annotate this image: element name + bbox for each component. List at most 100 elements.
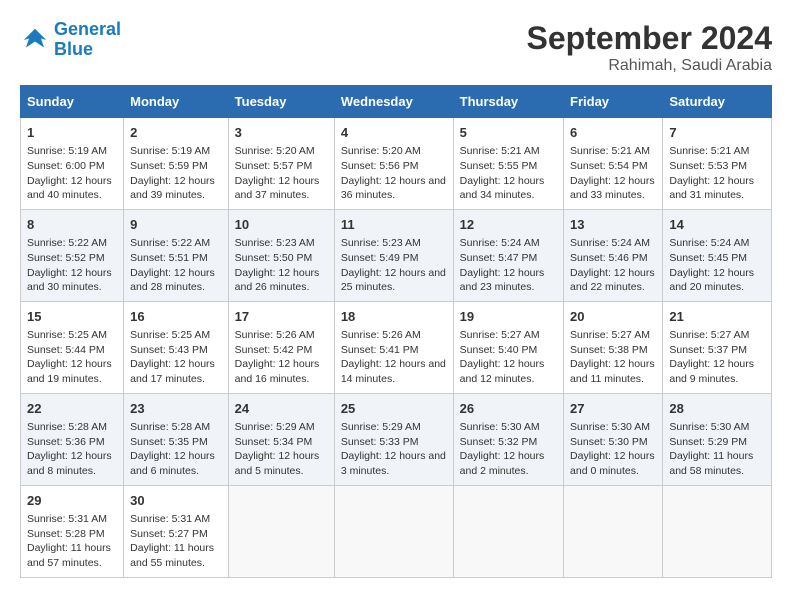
sunrise-text: Sunrise: 5:22 AM xyxy=(27,237,107,249)
sunset-text: Sunset: 5:38 PM xyxy=(570,344,648,356)
day-number: 26 xyxy=(460,400,557,418)
calendar-cell xyxy=(453,485,563,577)
day-number: 14 xyxy=(669,216,765,234)
day-number: 29 xyxy=(27,492,117,510)
sunset-text: Sunset: 5:55 PM xyxy=(460,160,538,172)
sunset-text: Sunset: 5:53 PM xyxy=(669,160,747,172)
day-number: 15 xyxy=(27,308,117,326)
sunset-text: Sunset: 5:34 PM xyxy=(235,436,313,448)
day-number: 11 xyxy=(341,216,447,234)
day-number: 24 xyxy=(235,400,328,418)
day-number: 17 xyxy=(235,308,328,326)
day-number: 22 xyxy=(27,400,117,418)
daylight-text: Daylight: 12 hours and 31 minutes. xyxy=(669,175,754,202)
daylight-text: Daylight: 12 hours and 17 minutes. xyxy=(130,358,215,385)
sunrise-text: Sunrise: 5:31 AM xyxy=(130,513,210,525)
calendar-cell: 6 Sunrise: 5:21 AM Sunset: 5:54 PM Daylight… xyxy=(564,118,663,210)
sunset-text: Sunset: 5:30 PM xyxy=(570,436,648,448)
calendar-cell xyxy=(564,485,663,577)
month-title: September 2024 xyxy=(527,20,772,57)
sunrise-text: Sunrise: 5:31 AM xyxy=(27,513,107,525)
sunset-text: Sunset: 5:49 PM xyxy=(341,252,419,264)
calendar-cell: 9Sunrise: 5:22 AMSunset: 5:51 PMDaylight… xyxy=(124,209,229,301)
day-number: 6 xyxy=(570,124,656,142)
calendar-cell: 16Sunrise: 5:25 AMSunset: 5:43 PMDayligh… xyxy=(124,301,229,393)
calendar-cell: 11Sunrise: 5:23 AMSunset: 5:49 PMDayligh… xyxy=(334,209,453,301)
daylight-text: Daylight: 11 hours and 57 minutes. xyxy=(27,542,111,569)
calendar-cell xyxy=(228,485,334,577)
day-header-saturday: Saturday xyxy=(663,86,772,118)
sunset-text: Sunset: 5:42 PM xyxy=(235,344,313,356)
sunrise-text: Sunrise: 5:22 AM xyxy=(130,237,210,249)
day-number: 19 xyxy=(460,308,557,326)
daylight-text: Daylight: 12 hours and 26 minutes. xyxy=(235,267,320,294)
calendar-header-row: SundayMondayTuesdayWednesdayThursdayFrid… xyxy=(21,86,772,118)
day-header-sunday: Sunday xyxy=(21,86,124,118)
day-header-friday: Friday xyxy=(564,86,663,118)
daylight-text: Daylight: 12 hours and 28 minutes. xyxy=(130,267,215,294)
daylight-text: Daylight: 12 hours and 5 minutes. xyxy=(235,450,320,477)
day-number: 25 xyxy=(341,400,447,418)
sunset-text: Sunset: 5:29 PM xyxy=(669,436,747,448)
sunrise-text: Sunrise: 5:21 AM xyxy=(669,145,749,157)
calendar-cell: 23Sunrise: 5:28 AMSunset: 5:35 PMDayligh… xyxy=(124,393,229,485)
calendar-cell: 18Sunrise: 5:26 AMSunset: 5:41 PMDayligh… xyxy=(334,301,453,393)
sunset-text: Sunset: 5:56 PM xyxy=(341,160,419,172)
sunrise-text: Sunrise: 5:21 AM xyxy=(570,145,650,157)
sunset-text: Sunset: 5:27 PM xyxy=(130,528,208,540)
sunset-text: Sunset: 5:32 PM xyxy=(460,436,538,448)
sunrise-text: Sunrise: 5:20 AM xyxy=(341,145,421,157)
calendar-cell: 21Sunrise: 5:27 AMSunset: 5:37 PMDayligh… xyxy=(663,301,772,393)
day-number: 10 xyxy=(235,216,328,234)
calendar-cell: 22Sunrise: 5:28 AMSunset: 5:36 PMDayligh… xyxy=(21,393,124,485)
sunrise-text: Sunrise: 5:24 AM xyxy=(669,237,749,249)
day-number: 13 xyxy=(570,216,656,234)
location-title: Rahimah, Saudi Arabia xyxy=(527,57,772,75)
day-number: 9 xyxy=(130,216,222,234)
daylight-text: Daylight: 12 hours and 6 minutes. xyxy=(130,450,215,477)
day-number: 23 xyxy=(130,400,222,418)
sunrise-text: Sunrise: 5:30 AM xyxy=(570,421,650,433)
daylight-text: Daylight: 11 hours and 55 minutes. xyxy=(130,542,214,569)
day-header-thursday: Thursday xyxy=(453,86,563,118)
daylight-text: Daylight: 12 hours and 33 minutes. xyxy=(570,175,655,202)
sunrise-text: Sunrise: 5:29 AM xyxy=(235,421,315,433)
day-number: 16 xyxy=(130,308,222,326)
sunset-text: Sunset: 5:50 PM xyxy=(235,252,313,264)
daylight-text: Daylight: 12 hours and 40 minutes. xyxy=(27,175,112,202)
day-number: 20 xyxy=(570,308,656,326)
sunset-text: Sunset: 5:28 PM xyxy=(27,528,105,540)
calendar-week-row: 8Sunrise: 5:22 AMSunset: 5:52 PMDaylight… xyxy=(21,209,772,301)
calendar-cell: 1Sunrise: 5:19 AMSunset: 6:00 PMDaylight… xyxy=(21,118,124,210)
day-number: 21 xyxy=(669,308,765,326)
sunset-text: Sunset: 6:00 PM xyxy=(27,160,105,172)
sunrise-text: Sunrise: 5:25 AM xyxy=(130,329,210,341)
sunset-text: Sunset: 5:33 PM xyxy=(341,436,419,448)
calendar-cell: 30Sunrise: 5:31 AMSunset: 5:27 PMDayligh… xyxy=(124,485,229,577)
sunrise-text: Sunrise: 5:26 AM xyxy=(341,329,421,341)
sunset-text: Sunset: 5:35 PM xyxy=(130,436,208,448)
sunset-text: Sunset: 5:54 PM xyxy=(570,160,648,172)
calendar-cell: 26Sunrise: 5:30 AMSunset: 5:32 PMDayligh… xyxy=(453,393,563,485)
sunrise-text: Sunrise: 5:27 AM xyxy=(669,329,749,341)
daylight-text: Daylight: 12 hours and 37 minutes. xyxy=(235,175,320,202)
daylight-text: Daylight: 12 hours and 25 minutes. xyxy=(341,267,446,294)
calendar-cell: 27Sunrise: 5:30 AMSunset: 5:30 PMDayligh… xyxy=(564,393,663,485)
calendar-cell: 3Sunrise: 5:20 AMSunset: 5:57 PMDaylight… xyxy=(228,118,334,210)
calendar-cell: 15Sunrise: 5:25 AMSunset: 5:44 PMDayligh… xyxy=(21,301,124,393)
sunset-text: Sunset: 5:41 PM xyxy=(341,344,419,356)
sunset-text: Sunset: 5:36 PM xyxy=(27,436,105,448)
day-number: 27 xyxy=(570,400,656,418)
calendar-cell: 8Sunrise: 5:22 AMSunset: 5:52 PMDaylight… xyxy=(21,209,124,301)
sunrise-text: Sunrise: 5:23 AM xyxy=(235,237,315,249)
daylight-text: Daylight: 12 hours and 2 minutes. xyxy=(460,450,545,477)
daylight-text: Daylight: 12 hours and 36 minutes. xyxy=(341,175,446,202)
day-header-tuesday: Tuesday xyxy=(228,86,334,118)
sunset-text: Sunset: 5:45 PM xyxy=(669,252,747,264)
day-number: 8 xyxy=(27,216,117,234)
sunset-text: Sunset: 5:46 PM xyxy=(570,252,648,264)
logo-text: GeneralBlue xyxy=(54,20,121,60)
daylight-text: Daylight: 12 hours and 19 minutes. xyxy=(27,358,112,385)
page-header: GeneralBlue September 2024 Rahimah, Saud… xyxy=(20,20,772,75)
sunrise-text: Sunrise: 5:21 AM xyxy=(460,145,540,157)
